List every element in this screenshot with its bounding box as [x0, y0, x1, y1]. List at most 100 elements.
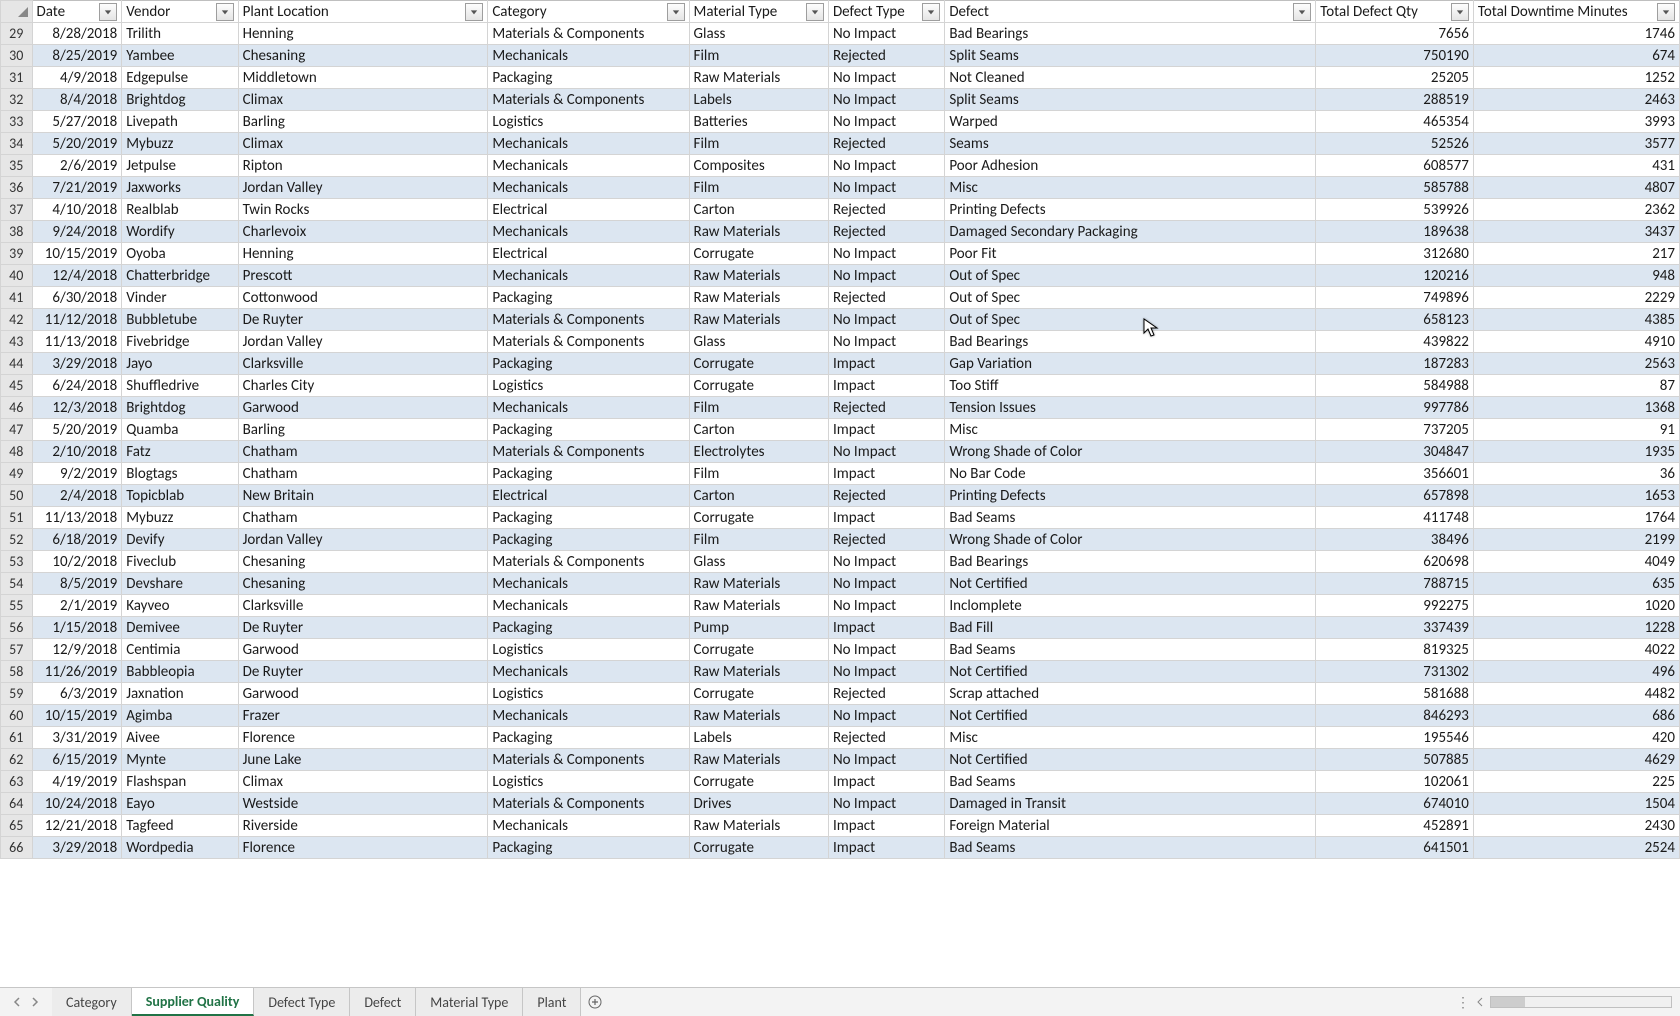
cell-qty[interactable]: 337439 [1316, 617, 1474, 639]
cell-material[interactable]: Glass [689, 551, 828, 573]
column-header-qty[interactable]: Total Defect Qty [1316, 1, 1474, 23]
cell-date[interactable]: 12/9/2018 [32, 639, 122, 661]
cell-downtime[interactable]: 4910 [1473, 331, 1679, 353]
cell-qty[interactable]: 581688 [1316, 683, 1474, 705]
cell-date[interactable]: 7/21/2019 [32, 177, 122, 199]
table-row[interactable]: 314/9/2018EdgepulseMiddletownPackagingRa… [1, 67, 1680, 89]
cell-downtime[interactable]: 4022 [1473, 639, 1679, 661]
row-number-cell[interactable]: 47 [1, 419, 33, 441]
row-number-cell[interactable]: 40 [1, 265, 33, 287]
cell-downtime[interactable]: 2199 [1473, 529, 1679, 551]
cell-defect[interactable]: Poor Fit [945, 243, 1316, 265]
table-row[interactable]: 345/20/2019MybuzzClimaxMechanicalsFilmRe… [1, 133, 1680, 155]
cell-qty[interactable]: 304847 [1316, 441, 1474, 463]
cell-vendor[interactable]: Vinder [122, 287, 238, 309]
cell-defect_type[interactable]: No Impact [828, 573, 944, 595]
new-sheet-button[interactable] [581, 988, 609, 1016]
cell-defect[interactable]: Out of Spec [945, 287, 1316, 309]
cell-plant[interactable]: Chatham [238, 441, 488, 463]
table-row[interactable]: 499/2/2019BlogtagsChathamPackagingFilmIm… [1, 463, 1680, 485]
table-row[interactable]: 4311/13/2018FivebridgeJordan ValleyMater… [1, 331, 1680, 353]
cell-downtime[interactable]: 1653 [1473, 485, 1679, 507]
cell-qty[interactable]: 312680 [1316, 243, 1474, 265]
filter-dropdown-icon[interactable] [806, 3, 824, 21]
cell-material[interactable]: Corrugate [689, 837, 828, 859]
cell-category[interactable]: Mechanicals [488, 155, 689, 177]
cell-downtime[interactable]: 2430 [1473, 815, 1679, 837]
filter-dropdown-icon[interactable] [465, 3, 483, 21]
filter-dropdown-icon[interactable] [1451, 3, 1469, 21]
cell-plant[interactable]: Henning [238, 243, 488, 265]
cell-plant[interactable]: Charlevoix [238, 221, 488, 243]
cell-defect[interactable]: Foreign Material [945, 815, 1316, 837]
cell-date[interactable]: 6/18/2019 [32, 529, 122, 551]
cell-plant[interactable]: Chesaning [238, 551, 488, 573]
table-row[interactable]: 475/20/2019QuambaBarlingPackagingCartonI… [1, 419, 1680, 441]
tab-scroll-left-button[interactable] [8, 993, 26, 1011]
cell-downtime[interactable]: 496 [1473, 661, 1679, 683]
cell-defect_type[interactable]: No Impact [828, 243, 944, 265]
cell-defect_type[interactable]: Rejected [828, 485, 944, 507]
cell-qty[interactable]: 846293 [1316, 705, 1474, 727]
cell-defect_type[interactable]: No Impact [828, 265, 944, 287]
cell-qty[interactable]: 819325 [1316, 639, 1474, 661]
cell-qty[interactable]: 584988 [1316, 375, 1474, 397]
cell-vendor[interactable]: Centimia [122, 639, 238, 661]
cell-defect[interactable]: Misc [945, 177, 1316, 199]
cell-category[interactable]: Mechanicals [488, 221, 689, 243]
cell-plant[interactable]: Garwood [238, 683, 488, 705]
table-row[interactable]: 663/29/2018WordpediaFlorencePackagingCor… [1, 837, 1680, 859]
cell-material[interactable]: Raw Materials [689, 265, 828, 287]
row-number-cell[interactable]: 35 [1, 155, 33, 177]
cell-defect_type[interactable]: No Impact [828, 23, 944, 45]
cell-defect_type[interactable]: No Impact [828, 89, 944, 111]
cell-category[interactable]: Packaging [488, 287, 689, 309]
cell-vendor[interactable]: Yambee [122, 45, 238, 67]
cell-vendor[interactable]: Blogtags [122, 463, 238, 485]
cell-plant[interactable]: Chesaning [238, 573, 488, 595]
column-header-defect_type[interactable]: Defect Type [828, 1, 944, 23]
cell-vendor[interactable]: Tagfeed [122, 815, 238, 837]
cell-plant[interactable]: Charles City [238, 375, 488, 397]
cell-date[interactable]: 6/30/2018 [32, 287, 122, 309]
cell-qty[interactable]: 25205 [1316, 67, 1474, 89]
cell-qty[interactable]: 585788 [1316, 177, 1474, 199]
cell-vendor[interactable]: Jaxnation [122, 683, 238, 705]
cell-material[interactable]: Corrugate [689, 639, 828, 661]
cell-material[interactable]: Raw Materials [689, 705, 828, 727]
cell-qty[interactable]: 356601 [1316, 463, 1474, 485]
row-number-cell[interactable]: 66 [1, 837, 33, 859]
cell-material[interactable]: Corrugate [689, 375, 828, 397]
sheet-tab[interactable]: Supplier Quality [132, 988, 255, 1016]
table-row[interactable]: 5310/2/2018FiveclubChesaningMaterials & … [1, 551, 1680, 573]
row-number-cell[interactable]: 49 [1, 463, 33, 485]
cell-downtime[interactable]: 1935 [1473, 441, 1679, 463]
cell-qty[interactable]: 189638 [1316, 221, 1474, 243]
cell-date[interactable]: 2/10/2018 [32, 441, 122, 463]
cell-defect_type[interactable]: Rejected [828, 287, 944, 309]
cell-date[interactable]: 3/29/2018 [32, 353, 122, 375]
cell-vendor[interactable]: Chatterbridge [122, 265, 238, 287]
row-number-cell[interactable]: 29 [1, 23, 33, 45]
cell-date[interactable]: 8/25/2019 [32, 45, 122, 67]
cell-qty[interactable]: 452891 [1316, 815, 1474, 837]
cell-defect_type[interactable]: Rejected [828, 199, 944, 221]
row-number-cell[interactable]: 54 [1, 573, 33, 595]
row-number-cell[interactable]: 36 [1, 177, 33, 199]
cell-downtime[interactable]: 1504 [1473, 793, 1679, 815]
cell-date[interactable]: 4/19/2019 [32, 771, 122, 793]
cell-material[interactable]: Film [689, 529, 828, 551]
row-number-cell[interactable]: 43 [1, 331, 33, 353]
cell-category[interactable]: Mechanicals [488, 133, 689, 155]
row-number-cell[interactable]: 34 [1, 133, 33, 155]
cell-defect_type[interactable]: Rejected [828, 221, 944, 243]
cell-vendor[interactable]: Agimba [122, 705, 238, 727]
cell-date[interactable]: 9/24/2018 [32, 221, 122, 243]
cell-vendor[interactable]: Brightdog [122, 89, 238, 111]
cell-vendor[interactable]: Kayveo [122, 595, 238, 617]
cell-defect_type[interactable]: Impact [828, 617, 944, 639]
tab-scroll-right-button[interactable] [26, 993, 44, 1011]
cell-date[interactable]: 8/28/2018 [32, 23, 122, 45]
row-number-cell[interactable]: 41 [1, 287, 33, 309]
row-number-cell[interactable]: 44 [1, 353, 33, 375]
